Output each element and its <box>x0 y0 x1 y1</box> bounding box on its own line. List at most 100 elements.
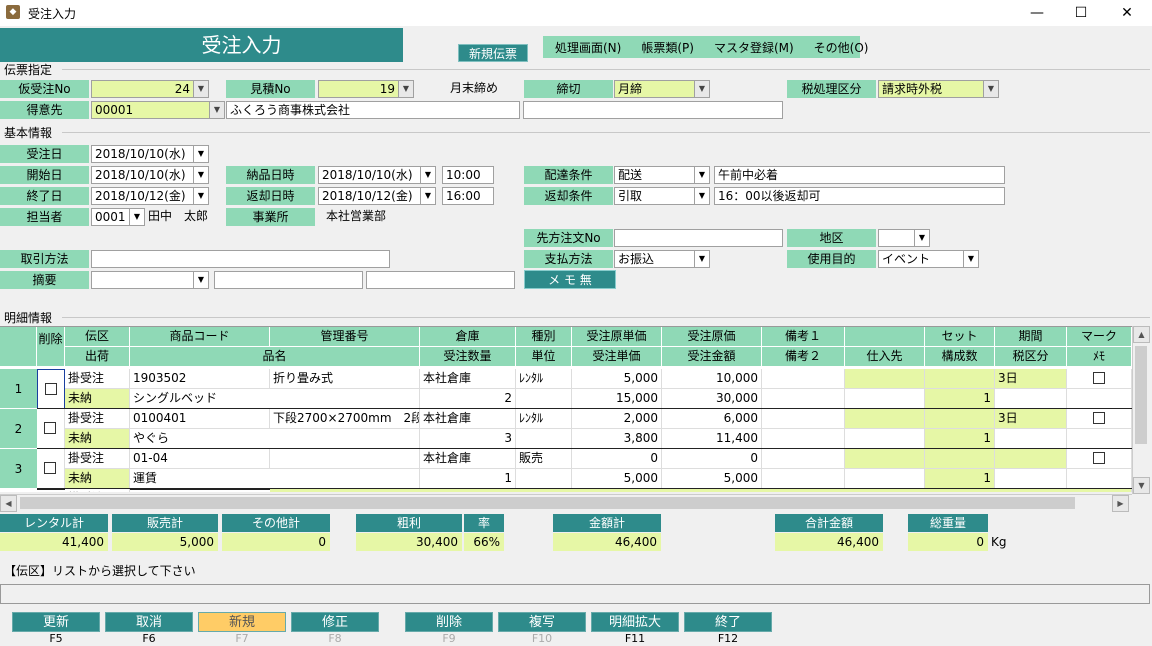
note2-cell[interactable] <box>762 429 845 449</box>
delivery-time-field[interactable]: 10:00 <box>442 166 494 184</box>
components-cell[interactable]: 1 <box>925 429 995 449</box>
delivery-cond-select[interactable]: 配送 ▼ <box>614 166 710 184</box>
chevron-down-icon[interactable]: ▼ <box>694 81 709 97</box>
kubun-cell[interactable]: 掛受注 <box>65 369 130 389</box>
kubun-cell[interactable]: 掛受注 <box>65 449 130 469</box>
calendar-dropdown-icon[interactable]: ▼ <box>193 188 208 204</box>
estimate-field[interactable]: 19 ▼ <box>318 80 414 98</box>
temp-no-field[interactable]: 24 ▼ <box>91 80 209 98</box>
kubun-cell[interactable]: 掛受注 <box>65 489 130 492</box>
supplier-cell[interactable] <box>845 469 925 489</box>
grid-horizontal-scrollbar[interactable]: ◀ ▶ <box>0 494 1132 512</box>
tax-select[interactable]: 請求時外税 ▼ <box>878 80 999 98</box>
chevron-down-icon[interactable]: ▼ <box>914 230 929 246</box>
calendar-dropdown-icon[interactable]: ▼ <box>193 146 208 162</box>
delete-checkbox[interactable] <box>45 383 57 395</box>
mark-checkbox[interactable] <box>1093 372 1105 384</box>
memo-button[interactable]: メ モ 無 <box>524 270 616 289</box>
chevron-down-icon[interactable]: ▼ <box>694 251 709 267</box>
set-cell[interactable] <box>925 449 995 469</box>
calendar-dropdown-icon[interactable]: ▼ <box>420 167 435 183</box>
customer-extra-field[interactable] <box>523 101 783 119</box>
memo-cell[interactable] <box>1067 389 1132 409</box>
grid-vertical-scrollbar[interactable]: ▲ ▼ <box>1132 326 1150 494</box>
start-date-field[interactable]: 2018/10/10(水) ▼ <box>91 166 209 184</box>
tax-cell[interactable] <box>995 429 1067 449</box>
qty-cell[interactable]: 3 <box>420 429 516 449</box>
trade-field[interactable] <box>91 250 390 268</box>
components-cell[interactable]: 1 <box>925 389 995 409</box>
type-cell[interactable]: ﾚﾝﾀﾙ <box>516 369 572 389</box>
minimize-button[interactable]: — <box>1014 0 1060 26</box>
type-cell[interactable]: ﾚﾝﾀﾙ <box>516 409 572 429</box>
chevron-down-icon[interactable]: ▼ <box>694 188 709 204</box>
return-note-field[interactable]: 16：00以後返却可 <box>714 187 1005 205</box>
purpose-select[interactable]: イベント ▼ <box>878 250 979 268</box>
chevron-down-icon[interactable]: ▼ <box>983 81 998 97</box>
calendar-dropdown-icon[interactable]: ▼ <box>420 188 435 204</box>
tax-cell[interactable] <box>995 389 1067 409</box>
note1-cell[interactable] <box>762 409 845 429</box>
chevron-down-icon[interactable]: ▼ <box>129 209 144 225</box>
menu-other[interactable]: その他(O) <box>802 39 877 56</box>
expand-detail-button[interactable]: 明細拡大 <box>591 612 679 632</box>
product-code-cell[interactable]: 1903502 <box>130 369 270 389</box>
chevron-down-icon[interactable]: ▼ <box>694 167 709 183</box>
chevron-down-icon[interactable]: ▼ <box>209 102 224 118</box>
qty-cell[interactable]: 2 <box>420 389 516 409</box>
price-cell[interactable]: 3,800 <box>572 429 662 449</box>
period-cell[interactable]: 3日 <box>995 409 1067 429</box>
note2-cell[interactable] <box>762 389 845 409</box>
new-button[interactable]: 新規 <box>198 612 286 632</box>
memo-cell[interactable] <box>1067 429 1132 449</box>
mgmt-no-cell[interactable]: 折り畳み式 <box>270 369 420 389</box>
exit-button[interactable]: 終了 <box>684 612 772 632</box>
cost-cell[interactable]: 0 <box>662 449 762 469</box>
mgmt-no-cell[interactable]: 下段2700×2700mm 2段 <box>270 409 420 429</box>
unit-cell[interactable] <box>516 469 572 489</box>
mgmt-no-cell[interactable] <box>270 449 420 469</box>
memo-cell[interactable] <box>1067 469 1132 489</box>
update-button[interactable]: 更新 <box>12 612 100 632</box>
close-button[interactable]: ✕ <box>1104 0 1150 26</box>
qty-cell[interactable]: 1 <box>420 469 516 489</box>
product-code-cell[interactable]: 0100401 <box>130 409 270 429</box>
set-cell[interactable] <box>925 369 995 389</box>
summary-field-2[interactable] <box>214 271 363 289</box>
menu-process[interactable]: 処理画面(N) <box>543 39 629 56</box>
supplier-top-cell[interactable] <box>845 369 925 389</box>
scroll-thumb[interactable] <box>20 497 1075 509</box>
return-time-field[interactable]: 16:00 <box>442 187 494 205</box>
supplier-cell[interactable] <box>845 389 925 409</box>
delete-checkbox[interactable] <box>44 422 56 434</box>
warehouse-cell[interactable]: 本社倉庫 <box>420 449 516 469</box>
product-name-cell[interactable]: 運賃 <box>130 469 420 489</box>
delete-checkbox[interactable] <box>44 462 56 474</box>
return-cond-select[interactable]: 引取 ▼ <box>614 187 710 205</box>
ship-status-cell[interactable]: 未納 <box>65 469 130 489</box>
product-name-cell[interactable]: シングルベッド <box>130 389 420 409</box>
chevron-down-icon[interactable]: ▼ <box>193 272 208 288</box>
edit-button[interactable]: 修正 <box>291 612 379 632</box>
delivery-date-field[interactable]: 2018/10/10(水) ▼ <box>318 166 436 184</box>
cost-unit-cell[interactable]: 2,000 <box>572 409 662 429</box>
scroll-thumb[interactable] <box>1135 346 1147 444</box>
customer-code-field[interactable]: 00001 ▼ <box>91 101 225 119</box>
maximize-button[interactable]: ☐ <box>1058 0 1104 26</box>
warehouse-cell[interactable]: 本社倉庫 <box>420 409 516 429</box>
supplier-top-cell[interactable] <box>845 449 925 469</box>
supplier-top-cell[interactable] <box>845 409 925 429</box>
type-cell[interactable]: 販売 <box>516 449 572 469</box>
unit-cell[interactable] <box>516 429 572 449</box>
order-date-field[interactable]: 2018/10/10(水) ▼ <box>91 145 209 163</box>
end-date-field[interactable]: 2018/10/12(金) ▼ <box>91 187 209 205</box>
chevron-down-icon[interactable]: ▼ <box>963 251 978 267</box>
amount-cell[interactable]: 5,000 <box>662 469 762 489</box>
scroll-down-icon[interactable]: ▼ <box>1133 477 1150 494</box>
price-cell[interactable]: 15,000 <box>572 389 662 409</box>
components-cell[interactable]: 1 <box>925 469 995 489</box>
note1-cell[interactable] <box>762 449 845 469</box>
amount-cell[interactable]: 30,000 <box>662 389 762 409</box>
summary-select[interactable]: ▼ <box>91 271 209 289</box>
amount-cell[interactable]: 11,400 <box>662 429 762 449</box>
